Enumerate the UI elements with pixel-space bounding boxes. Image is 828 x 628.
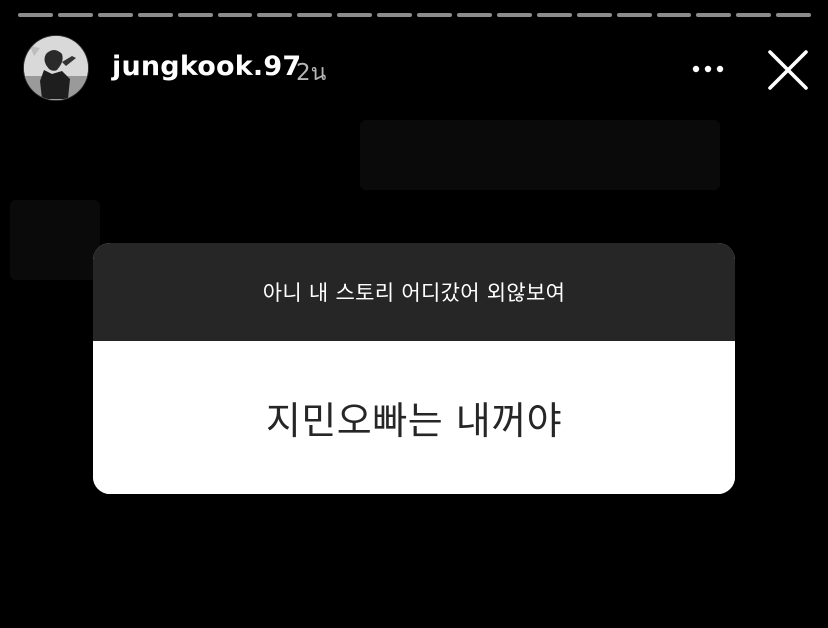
question-prompt: 아니 내 스토리 어디갔어 외않보여 [262, 281, 566, 305]
progress-segment [217, 13, 253, 17]
progress-segment [616, 13, 652, 17]
progress-segment [97, 13, 133, 17]
close-icon [768, 50, 808, 90]
post-timestamp: 2น [296, 60, 327, 86]
progress-segment [456, 13, 492, 17]
progress-segment [377, 13, 413, 17]
progress-segment [696, 13, 732, 17]
more-options-button[interactable] [688, 54, 728, 84]
username[interactable]: jungkook.97 [112, 51, 301, 82]
more-horizontal-icon [692, 65, 724, 73]
progress-segment [137, 13, 173, 17]
story-viewer[interactable]: jungkook.97 2น 아니 내 스토리 어디갔어 외않보여 지민오빠는 … [0, 0, 828, 628]
progress-segment [57, 13, 93, 17]
progress-segment [496, 13, 532, 17]
progress-segment [417, 13, 452, 17]
progress-segment [536, 13, 572, 17]
question-sticker[interactable]: 아니 내 스토리 어디갔어 외않보여 지민오빠는 내꺼야 [93, 243, 735, 494]
question-answer: 지민오빠는 내꺼야 [265, 399, 563, 443]
close-button[interactable] [764, 46, 812, 94]
story-progress-bar [18, 13, 812, 19]
avatar-image [24, 36, 88, 100]
background-shape [360, 120, 720, 190]
profile-avatar[interactable] [24, 36, 88, 100]
progress-segment [776, 13, 812, 17]
question-sticker-header: 아니 내 스토리 어디갔어 외않보여 [93, 243, 735, 341]
background-shape [10, 200, 100, 280]
progress-segment [656, 13, 692, 17]
progress-segment [297, 13, 333, 17]
progress-segment [257, 13, 293, 17]
progress-segment [18, 13, 53, 17]
progress-segment [736, 13, 772, 17]
story-header: jungkook.97 2น [24, 36, 814, 102]
progress-segment [177, 13, 213, 17]
question-sticker-body: 지민오빠는 내꺼야 [93, 341, 735, 494]
progress-segment [576, 13, 612, 17]
progress-segment [337, 13, 373, 17]
